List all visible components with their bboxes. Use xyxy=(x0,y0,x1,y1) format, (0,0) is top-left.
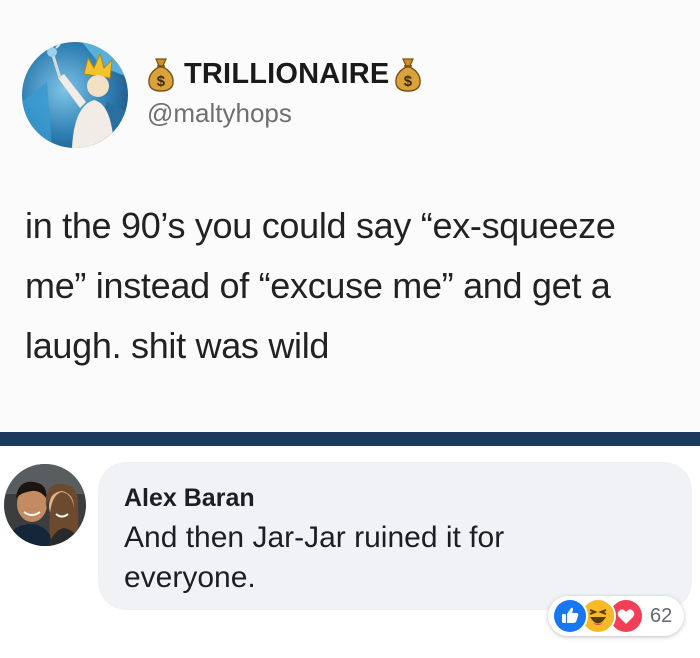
like-reaction-icon xyxy=(552,598,588,634)
svg-text:$: $ xyxy=(404,73,413,90)
money-bag-icon: $ xyxy=(146,56,176,92)
comment-text: And then Jar-Jar ruined it for everyone. xyxy=(124,521,505,594)
comment-section: Alex Baran And then Jar-Jar ruined it fo… xyxy=(0,446,700,658)
tweet-avatar[interactable] xyxy=(22,42,128,148)
commenter-name[interactable]: Alex Baran xyxy=(124,484,255,513)
reaction-count: 62 xyxy=(650,604,673,627)
svg-text:$: $ xyxy=(157,73,166,90)
comment-bubble: Alex Baran And then Jar-Jar ruined it fo… xyxy=(98,462,692,610)
tweet-handle[interactable]: @maltyhops xyxy=(147,98,292,129)
tweet-display-name[interactable]: $ TRILLIONAIRE $ xyxy=(146,54,423,94)
section-divider xyxy=(0,432,700,446)
display-name-text: TRILLIONAIRE xyxy=(184,57,390,90)
tweet-card: $ TRILLIONAIRE $ @maltyhops in the 90’s … xyxy=(0,0,700,432)
money-bag-icon: $ xyxy=(393,56,423,92)
commenter-avatar[interactable] xyxy=(4,464,86,546)
reactions-summary[interactable]: 62 xyxy=(548,596,685,636)
tweet-text: in the 90’s you could say “ex-squeeze me… xyxy=(25,205,616,366)
